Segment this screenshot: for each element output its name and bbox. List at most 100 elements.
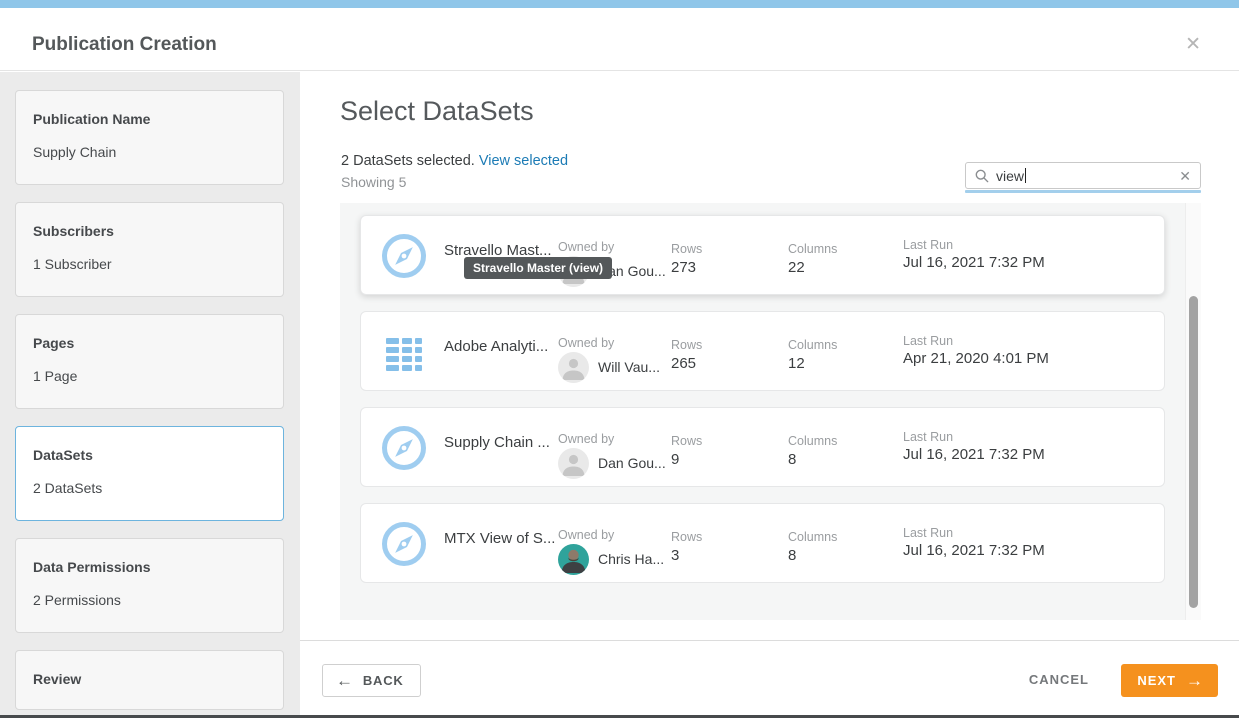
rows-stat: Rows 9 bbox=[671, 434, 702, 468]
step-value: 1 Subscriber bbox=[33, 256, 266, 272]
owned-by-label: Owned by bbox=[558, 528, 614, 542]
table-dataset-icon bbox=[380, 328, 428, 376]
step-title: Publication Name bbox=[33, 111, 266, 127]
rows-stat: Rows 273 bbox=[671, 242, 702, 276]
columns-value: 8 bbox=[788, 547, 837, 564]
clear-search-icon[interactable]: ✕ bbox=[1179, 169, 1191, 183]
sidebar-item-subscribers[interactable]: Subscribers 1 Subscriber bbox=[15, 202, 284, 297]
dataset-row-stravello-master[interactable]: Stravello Mast... Owned by Dan Gou... Ro… bbox=[360, 215, 1165, 295]
last-run-stat: Last Run Apr 21, 2020 4:01 PM bbox=[903, 334, 1049, 367]
columns-stat: Columns 8 bbox=[788, 434, 837, 468]
step-title: Review bbox=[33, 671, 266, 687]
list-scrollbar[interactable] bbox=[1185, 203, 1201, 620]
page-title: Select DataSets bbox=[340, 96, 534, 127]
next-arrow-icon: → bbox=[1186, 671, 1204, 691]
rows-label: Rows bbox=[671, 434, 702, 448]
sidebar-item-datasets[interactable]: DataSets 2 DataSets bbox=[15, 426, 284, 521]
columns-stat: Columns 8 bbox=[788, 530, 837, 564]
sidebar-item-data-permissions[interactable]: Data Permissions 2 Permissions bbox=[15, 538, 284, 633]
scrollbar-thumb[interactable] bbox=[1189, 296, 1198, 608]
last-run-value: Jul 16, 2021 7:32 PM bbox=[903, 542, 1045, 559]
rows-stat: Rows 265 bbox=[671, 338, 702, 372]
rows-value: 273 bbox=[671, 259, 702, 276]
columns-value: 12 bbox=[788, 355, 837, 372]
columns-label: Columns bbox=[788, 434, 837, 448]
columns-stat: Columns 12 bbox=[788, 338, 837, 372]
dataset-name-tooltip: Stravello Master (view) bbox=[464, 257, 612, 279]
dataset-name: MTX View of S... bbox=[444, 530, 562, 547]
avatar bbox=[558, 448, 589, 479]
compass-dataset-icon bbox=[380, 424, 428, 472]
last-run-stat: Last Run Jul 16, 2021 7:32 PM bbox=[903, 238, 1045, 271]
dialog-footer: ← BACK CANCEL NEXT → bbox=[300, 640, 1239, 715]
step-title: DataSets bbox=[33, 447, 266, 463]
sidebar-item-publication-name[interactable]: Publication Name Supply Chain bbox=[15, 90, 284, 185]
next-button-label: NEXT bbox=[1137, 673, 1176, 688]
columns-label: Columns bbox=[788, 338, 837, 352]
showing-count: Showing 5 bbox=[341, 174, 406, 190]
last-run-stat: Last Run Jul 16, 2021 7:32 PM bbox=[903, 430, 1045, 463]
search-icon bbox=[975, 169, 989, 183]
avatar-photo bbox=[558, 544, 589, 575]
owner-name: Dan Gou... bbox=[598, 455, 666, 471]
compass-dataset-icon bbox=[380, 232, 428, 280]
rows-label: Rows bbox=[671, 242, 702, 256]
step-value: 2 DataSets bbox=[33, 480, 266, 496]
sidebar-item-review[interactable]: Review bbox=[15, 650, 284, 710]
dataset-row-mtx-view[interactable]: MTX View of S... Owned by Chris Ha... Ro… bbox=[360, 503, 1165, 583]
rows-stat: Rows 3 bbox=[671, 530, 702, 564]
step-title: Pages bbox=[33, 335, 266, 351]
text-caret bbox=[1025, 168, 1026, 183]
last-run-label: Last Run bbox=[903, 238, 1045, 252]
dataset-name: Adobe Analyti... bbox=[444, 338, 562, 355]
back-button[interactable]: ← BACK bbox=[322, 664, 421, 697]
back-arrow-icon: ← bbox=[336, 671, 354, 691]
selected-count-text: 2 DataSets selected. bbox=[341, 153, 475, 169]
dataset-list: Stravello Mast... Owned by Dan Gou... Ro… bbox=[340, 203, 1185, 620]
step-title: Data Permissions bbox=[33, 559, 266, 575]
sidebar-item-pages[interactable]: Pages 1 Page bbox=[15, 314, 284, 409]
selection-summary: 2 DataSets selected. View selected bbox=[341, 153, 568, 169]
owned-by-label: Owned by bbox=[558, 240, 614, 254]
owner-name: Chris Ha... bbox=[598, 551, 664, 567]
avatar bbox=[558, 352, 589, 383]
owned-by-label: Owned by bbox=[558, 336, 614, 350]
rows-label: Rows bbox=[671, 530, 702, 544]
step-value: Supply Chain bbox=[33, 144, 266, 160]
columns-label: Columns bbox=[788, 242, 837, 256]
search-input[interactable]: view ✕ bbox=[965, 162, 1201, 189]
wizard-steps-sidebar: Publication Name Supply Chain Subscriber… bbox=[0, 72, 300, 718]
dialog-header: Publication Creation ✕ bbox=[0, 8, 1239, 71]
last-run-value: Jul 16, 2021 7:32 PM bbox=[903, 254, 1045, 271]
last-run-value: Jul 16, 2021 7:32 PM bbox=[903, 446, 1045, 463]
dataset-name: Supply Chain ... bbox=[444, 434, 562, 451]
step-value: 2 Permissions bbox=[33, 592, 266, 608]
owner-name: Will Vau... bbox=[598, 359, 660, 375]
dataset-row-supply-chain[interactable]: Supply Chain ... Owned by Dan Gou... Row… bbox=[360, 407, 1165, 487]
rows-label: Rows bbox=[671, 338, 702, 352]
cancel-button[interactable]: CANCEL bbox=[1029, 672, 1089, 687]
search-value: view bbox=[996, 168, 1024, 184]
last-run-value: Apr 21, 2020 4:01 PM bbox=[903, 350, 1049, 367]
last-run-stat: Last Run Jul 16, 2021 7:32 PM bbox=[903, 526, 1045, 559]
rows-value: 3 bbox=[671, 547, 702, 564]
columns-value: 22 bbox=[788, 259, 837, 276]
compass-dataset-icon bbox=[380, 520, 428, 568]
window-accent-strip bbox=[0, 0, 1239, 8]
columns-label: Columns bbox=[788, 530, 837, 544]
columns-value: 8 bbox=[788, 451, 837, 468]
last-run-label: Last Run bbox=[903, 526, 1045, 540]
step-title: Subscribers bbox=[33, 223, 266, 239]
rows-value: 9 bbox=[671, 451, 702, 468]
rows-value: 265 bbox=[671, 355, 702, 372]
dialog-title: Publication Creation bbox=[32, 34, 217, 56]
columns-stat: Columns 22 bbox=[788, 242, 837, 276]
close-icon[interactable]: ✕ bbox=[1185, 35, 1201, 54]
next-button[interactable]: NEXT → bbox=[1121, 664, 1218, 697]
dataset-row-adobe-analytics[interactable]: Adobe Analyti... Owned by Will Vau... Ro… bbox=[360, 311, 1165, 391]
view-selected-link[interactable]: View selected bbox=[479, 153, 568, 169]
owned-by-label: Owned by bbox=[558, 432, 614, 446]
search-focus-underline bbox=[965, 190, 1201, 193]
step-value: 1 Page bbox=[33, 368, 266, 384]
last-run-label: Last Run bbox=[903, 430, 1045, 444]
